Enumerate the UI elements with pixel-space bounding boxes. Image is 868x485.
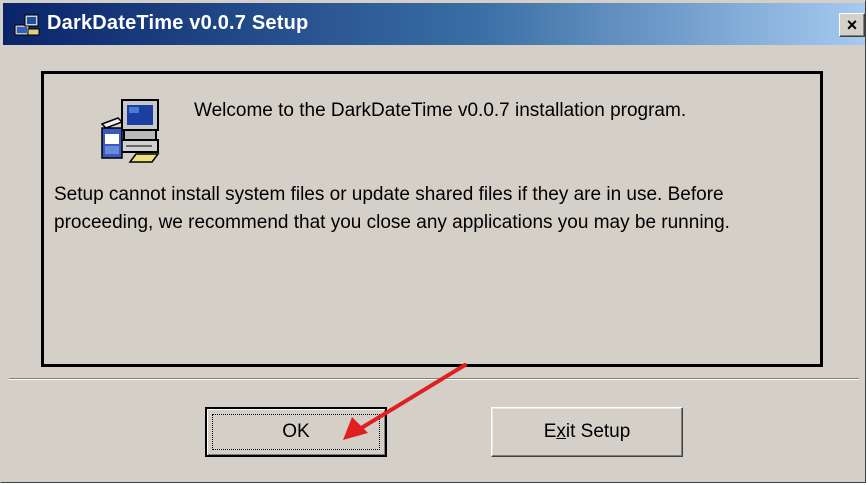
separator — [9, 378, 859, 380]
title-bar: DarkDateTime v0.0.7 Setup × — [3, 3, 865, 45]
welcome-text: Welcome to the DarkDateTime v0.0.7 insta… — [194, 100, 687, 121]
close-icon: × — [846, 15, 858, 35]
setup-message: Setup cannot install system files or upd… — [54, 184, 730, 233]
content-panel: Welcome to the DarkDateTime v0.0.7 insta… — [41, 71, 823, 367]
focus-ring — [212, 414, 380, 450]
computer-setup-icon — [100, 99, 160, 163]
close-button[interactable]: × — [839, 13, 865, 37]
ok-button[interactable]: OK — [205, 407, 387, 457]
exit-setup-button-label: Exit Setup — [543, 421, 631, 442]
setup-app-icon — [14, 14, 40, 36]
setup-window: DarkDateTime v0.0.7 Setup × Welcome to t… — [0, 0, 866, 483]
exit-setup-button[interactable]: Exit Setup — [491, 407, 683, 457]
window-title: DarkDateTime v0.0.7 Setup — [47, 12, 309, 34]
